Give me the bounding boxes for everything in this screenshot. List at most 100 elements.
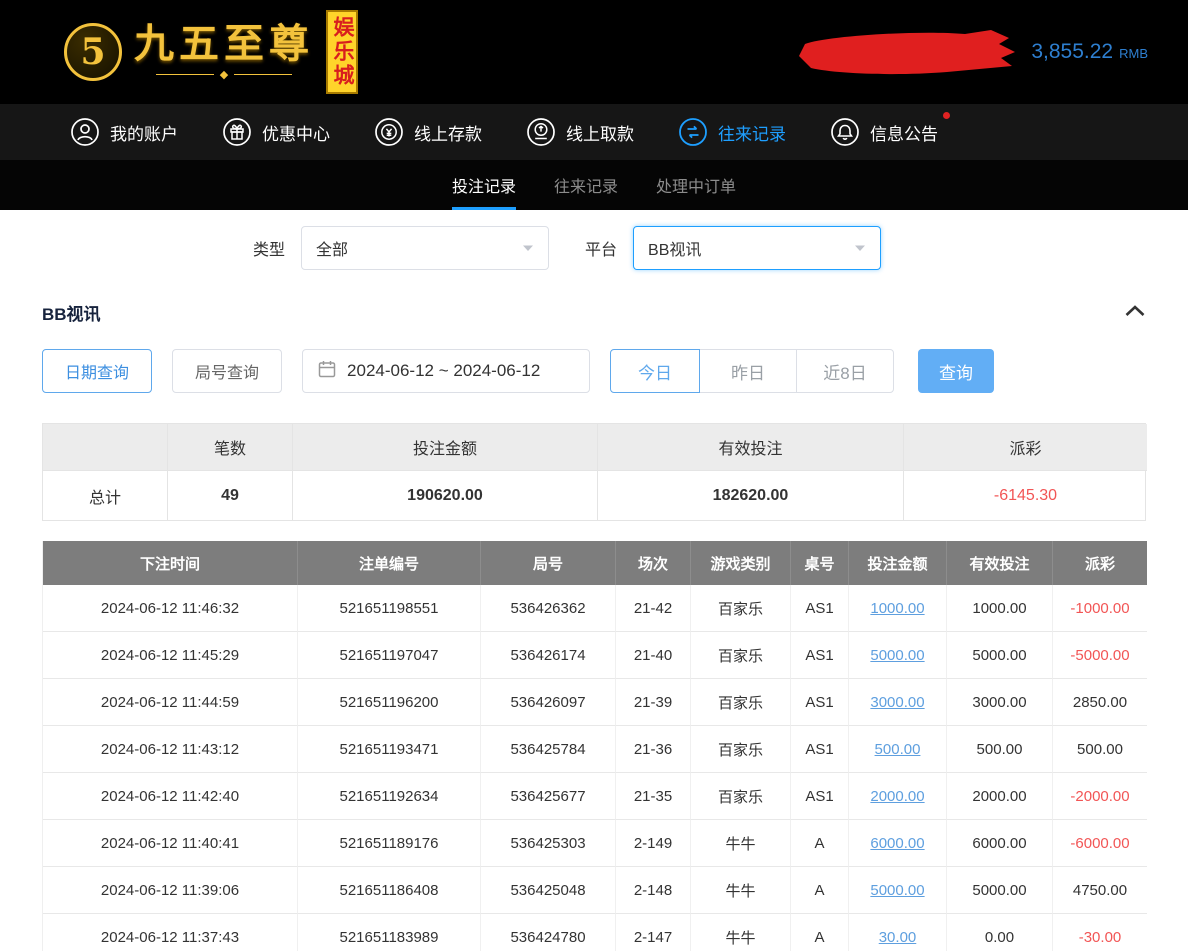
cell-session: 21-35 [616, 773, 691, 820]
cell-game: 牛牛 [691, 820, 791, 867]
type-label: 类型 [253, 236, 285, 260]
main-nav: 我的账户 优惠中心 线上存款 线上取款 [0, 104, 1188, 160]
logo-title: 九五至尊 [134, 24, 314, 64]
logo-badge: 娱乐城 [326, 10, 358, 94]
summary-valid-bet-value: 182620.00 [598, 471, 904, 520]
bet-amount-link[interactable]: 30.00 [849, 914, 947, 951]
cell-table-no: AS1 [791, 632, 849, 679]
section-title: BB视讯 [42, 300, 101, 325]
summary-count-value: 49 [168, 471, 293, 520]
cell-game: 牛牛 [691, 867, 791, 914]
cell-valid: 6000.00 [947, 820, 1053, 867]
query-toolbar: 日期查询 局号查询 2024-06-12 ~ 2024-06-12 今日 昨日 … [0, 325, 1188, 393]
search-button[interactable]: 查询 [918, 349, 994, 393]
transfer-records-icon [678, 117, 708, 147]
cell-valid: 5000.00 [947, 632, 1053, 679]
cell-round: 536425784 [481, 726, 616, 773]
logo-flourish-decoration: ◆ [156, 68, 292, 81]
quick-date-group: 今日 昨日 近8日 [610, 349, 894, 393]
section-header: BB视讯 [0, 270, 1188, 325]
cell-table-no: AS1 [791, 679, 849, 726]
collapse-section-button[interactable] [1124, 304, 1146, 322]
nav-item-withdraw[interactable]: 线上取款 [526, 117, 634, 147]
cell-time: 2024-06-12 11:42:40 [43, 773, 298, 820]
bet-amount-link[interactable]: 5000.00 [849, 632, 947, 679]
today-button[interactable]: 今日 [610, 349, 700, 393]
bet-amount-link[interactable]: 1000.00 [849, 585, 947, 632]
gift-icon [222, 117, 252, 147]
cell-round: 536426174 [481, 632, 616, 679]
site-logo: 5 九五至尊 ◆ 娱乐城 [64, 10, 358, 94]
filter-row: 类型 全部 平台 BB视讯 [0, 210, 1188, 270]
bet-amount-link[interactable]: 500.00 [849, 726, 947, 773]
cell-round: 536426362 [481, 585, 616, 632]
payout-cell: 500.00 [1053, 726, 1147, 773]
cell-table-no: A [791, 820, 849, 867]
type-select-value: 全部 [316, 236, 348, 260]
cell-session: 2-149 [616, 820, 691, 867]
payout-cell: -6000.00 [1053, 820, 1147, 867]
header-right: 3,855.22 RMB [797, 28, 1148, 76]
cell-time: 2024-06-12 11:39:06 [43, 867, 298, 914]
nav-item-deposit[interactable]: 线上存款 [374, 117, 482, 147]
column-header-time: 下注时间 [43, 541, 298, 585]
tab-processing-orders[interactable]: 处理中订单 [656, 160, 736, 210]
cell-time: 2024-06-12 11:40:41 [43, 820, 298, 867]
cell-game: 百家乐 [691, 679, 791, 726]
payout-cell: 4750.00 [1053, 867, 1147, 914]
cell-time: 2024-06-12 11:46:32 [43, 585, 298, 632]
logo-text: 九五至尊 ◆ [134, 24, 314, 81]
bet-amount-link[interactable]: 2000.00 [849, 773, 947, 820]
date-range-picker[interactable]: 2024-06-12 ~ 2024-06-12 [302, 349, 590, 393]
cell-valid: 2000.00 [947, 773, 1053, 820]
platform-select[interactable]: BB视讯 [633, 226, 881, 270]
payout-cell: -5000.00 [1053, 632, 1147, 679]
cell-game: 牛牛 [691, 914, 791, 951]
last-8-days-button[interactable]: 近8日 [796, 349, 894, 393]
cell-round: 536424780 [481, 914, 616, 951]
bet-amount-link[interactable]: 5000.00 [849, 867, 947, 914]
summary-header-payout: 派彩 [904, 424, 1147, 471]
nav-label: 往来记录 [718, 120, 786, 145]
payout-cell: -30.00 [1053, 914, 1147, 951]
yesterday-button[interactable]: 昨日 [699, 349, 797, 393]
deposit-coin-icon [374, 117, 404, 147]
bet-amount-link[interactable]: 3000.00 [849, 679, 947, 726]
cell-round: 536425303 [481, 820, 616, 867]
cell-session: 21-42 [616, 585, 691, 632]
cell-bet-id: 521651186408 [298, 867, 481, 914]
date-query-button[interactable]: 日期查询 [42, 349, 152, 393]
nav-label: 我的账户 [110, 120, 178, 145]
withdraw-coin-icon [526, 117, 556, 147]
nav-item-records[interactable]: 往来记录 [678, 117, 786, 147]
cell-valid: 0.00 [947, 914, 1053, 951]
summary-bet-amount-value: 190620.00 [293, 471, 598, 520]
cell-table-no: AS1 [791, 585, 849, 632]
cell-valid: 500.00 [947, 726, 1053, 773]
cell-session: 2-148 [616, 867, 691, 914]
column-header-valid: 有效投注 [947, 541, 1053, 585]
balance-amount: 3,855.22 [1031, 40, 1113, 64]
column-header-payout: 派彩 [1053, 541, 1147, 585]
cell-table-no: A [791, 867, 849, 914]
bell-icon [830, 117, 860, 147]
type-select[interactable]: 全部 [301, 226, 549, 270]
cell-valid: 5000.00 [947, 867, 1053, 914]
summary-header-bet-amount: 投注金额 [293, 424, 598, 471]
notification-dot [943, 112, 950, 119]
nav-item-account[interactable]: 我的账户 [70, 117, 178, 147]
cell-session: 21-40 [616, 632, 691, 679]
cell-session: 21-36 [616, 726, 691, 773]
round-query-button[interactable]: 局号查询 [172, 349, 282, 393]
account-balance: 3,855.22 RMB [1031, 40, 1148, 64]
bet-amount-link[interactable]: 6000.00 [849, 820, 947, 867]
nav-item-announcements[interactable]: 信息公告 [830, 117, 938, 147]
summary-payout-value: -6145.30 [904, 471, 1147, 520]
column-header-session: 场次 [616, 541, 691, 585]
tab-transactions[interactable]: 往来记录 [554, 160, 618, 210]
payout-cell: -2000.00 [1053, 773, 1147, 820]
chevron-down-icon [522, 239, 534, 257]
cell-game: 百家乐 [691, 585, 791, 632]
tab-bet-records[interactable]: 投注记录 [452, 160, 516, 210]
nav-item-promotions[interactable]: 优惠中心 [222, 117, 330, 147]
